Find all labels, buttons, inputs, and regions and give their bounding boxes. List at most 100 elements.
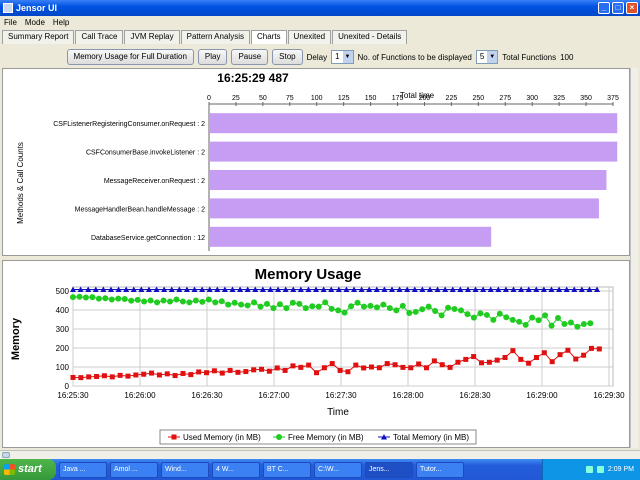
x-tick-label: 16:28:00 — [392, 391, 424, 400]
point-square — [101, 373, 107, 379]
menu-mode[interactable]: Mode — [25, 16, 45, 29]
taskbar-item[interactable]: Tutor... — [416, 461, 464, 478]
windows-logo-icon — [4, 464, 15, 475]
stop-button[interactable]: Stop — [272, 49, 303, 65]
point-square — [494, 357, 500, 363]
num-functions-label: No. of Functions to be displayed — [357, 52, 472, 62]
chevron-down-icon[interactable]: ▼ — [342, 51, 353, 63]
point-square — [573, 356, 579, 362]
clock: 2:09 PM — [607, 466, 634, 473]
point-circle — [244, 302, 251, 309]
scroll-thumb[interactable] — [2, 452, 10, 458]
point-square — [345, 369, 351, 375]
point-square — [416, 361, 422, 367]
chart-title-timestamp: 16:25:29 487 — [217, 71, 289, 85]
delay-select[interactable]: 1 ▼ — [331, 50, 354, 64]
point-circle — [205, 296, 212, 303]
total-functions-label: Total Functions — [502, 52, 557, 62]
y-tick-label: 500 — [56, 287, 70, 296]
taskbar-item[interactable]: BT C... — [263, 461, 311, 478]
x-tick-label: 16:27:30 — [325, 391, 357, 400]
x-tick-label: 225 — [446, 95, 458, 102]
tab-summary-report[interactable]: Summary Report — [2, 30, 75, 44]
x-tick-label: 0 — [207, 95, 211, 102]
chevron-down-icon[interactable]: ▼ — [487, 51, 498, 63]
tab-unexited-details[interactable]: Unexited - Details — [332, 30, 408, 44]
menu-help[interactable]: Help — [53, 16, 69, 29]
point-circle — [154, 299, 161, 306]
start-button[interactable]: start — [0, 459, 56, 480]
maximize-button[interactable]: □ — [612, 2, 624, 14]
x-tick-label: 125 — [338, 95, 350, 102]
point-circle — [419, 306, 426, 313]
point-circle — [328, 305, 335, 312]
tab-call-trace[interactable]: Call Trace — [75, 30, 124, 44]
point-square — [172, 373, 178, 379]
point-square — [235, 369, 241, 375]
taskbar-item-active[interactable]: Jens... — [365, 461, 413, 478]
point-circle — [231, 299, 238, 306]
point-circle — [141, 298, 148, 305]
minimize-button[interactable]: _ — [598, 2, 610, 14]
tab-jvm-replay[interactable]: JVM Replay — [124, 30, 180, 44]
menu-file[interactable]: File — [4, 16, 17, 29]
category-label: MessageHandlerBean.handleMessage : 2 — [75, 206, 205, 213]
point-square — [518, 356, 524, 362]
tray-icon[interactable] — [596, 466, 604, 473]
point-circle — [70, 294, 76, 301]
taskbar-item[interactable]: 4 W... — [212, 461, 260, 478]
memory-usage-full-duration-button[interactable]: Memory Usage for Full Duration — [66, 49, 194, 65]
point-circle — [458, 307, 465, 314]
tab-charts[interactable]: Charts — [250, 30, 287, 44]
point-circle — [555, 314, 562, 321]
point-square — [321, 365, 327, 371]
taskbar-item[interactable]: Amol ... — [110, 461, 158, 478]
tab-pattern-analysis[interactable]: Pattern Analysis — [180, 30, 250, 44]
point-square — [290, 363, 296, 369]
point-circle — [348, 303, 355, 310]
point-circle — [251, 299, 258, 306]
point-circle — [128, 297, 135, 304]
close-button[interactable]: × — [626, 2, 638, 14]
tab-unexited[interactable]: Unexited — [287, 30, 332, 44]
legend-label: Free Memory (in MB) — [288, 433, 364, 442]
point-square — [471, 354, 477, 360]
vertical-scrollbar[interactable] — [630, 68, 638, 448]
pause-button[interactable]: Pause — [231, 49, 269, 65]
method-time-chart-panel: 16:25:29 487 Total time Methods & Call C… — [2, 68, 630, 256]
taskbar-item[interactable]: Java ... — [59, 461, 107, 478]
point-square — [188, 372, 194, 378]
point-circle — [199, 298, 206, 305]
point-circle — [147, 297, 154, 304]
point-circle — [102, 295, 109, 302]
x-tick-label: 16:27:00 — [258, 391, 290, 400]
point-square — [306, 362, 312, 368]
point-circle — [535, 317, 542, 324]
memory-usage-line-chart: Memory Usage Memory Time 0 100 200 300 400 50… — [10, 266, 625, 445]
point-circle — [438, 312, 445, 319]
taskbar-item[interactable]: C:\W... — [314, 461, 362, 478]
point-square — [86, 374, 92, 380]
point-circle — [380, 301, 387, 308]
point-circle — [464, 311, 471, 318]
point-circle — [412, 308, 419, 315]
window-title-bar[interactable]: Jensor UI _ □ × — [0, 0, 640, 16]
x-tick-label: 200 — [419, 95, 431, 102]
x-tick-label: 175 — [392, 95, 404, 102]
horizontal-scrollbar[interactable] — [0, 450, 640, 459]
play-button[interactable]: Play — [197, 49, 228, 65]
taskbar-item[interactable]: Wind... — [161, 461, 209, 478]
point-circle — [296, 300, 303, 307]
point-circle — [490, 316, 497, 323]
bar — [210, 170, 607, 190]
num-functions-select[interactable]: 5 ▼ — [475, 50, 499, 64]
point-circle — [509, 316, 516, 323]
point-square — [314, 370, 320, 376]
x-tick-label: 375 — [607, 95, 619, 102]
point-square — [109, 374, 115, 380]
x-tick-label: 50 — [259, 95, 267, 102]
tray-icon[interactable] — [585, 466, 593, 473]
point-circle — [361, 303, 368, 310]
point-square — [510, 348, 516, 354]
point-square — [361, 365, 367, 371]
